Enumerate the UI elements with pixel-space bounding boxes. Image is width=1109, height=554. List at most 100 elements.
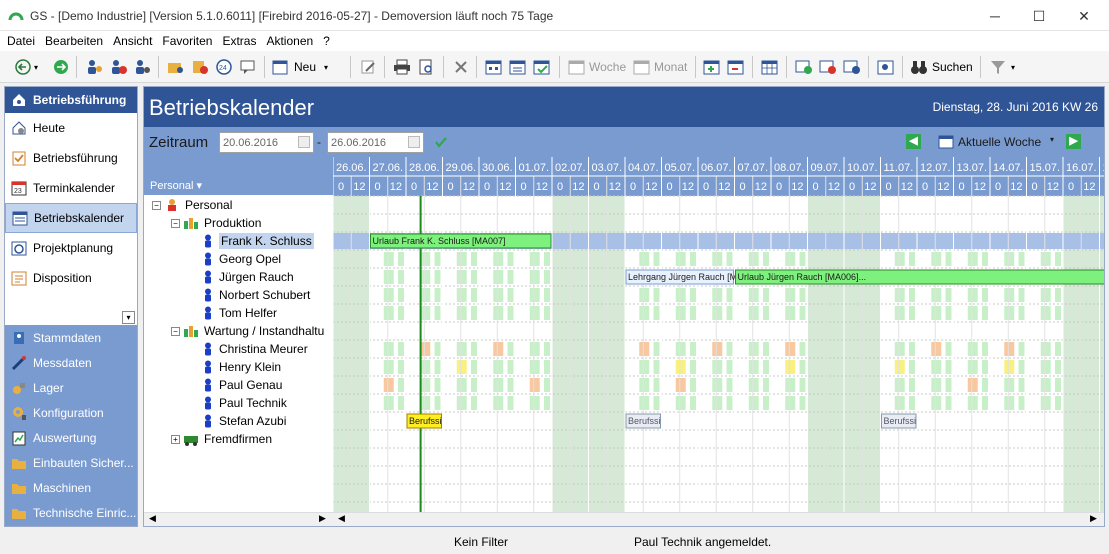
next-period-button[interactable]: ▶: [1066, 134, 1081, 149]
scroll-right-icon[interactable]: ▶: [319, 513, 326, 524]
nav-item-betriebsfuehrung[interactable]: Betriebsführung: [5, 143, 137, 173]
date-from-field[interactable]: 20.06.2016: [219, 132, 314, 153]
month-view-button[interactable]: Monat: [633, 57, 687, 77]
calendar-check-button[interactable]: [533, 57, 551, 77]
menu-favoriten[interactable]: Favoriten: [157, 31, 217, 51]
nav-item-projektplanung[interactable]: Projektplanung: [5, 233, 137, 263]
folder-user-button[interactable]: [167, 57, 185, 77]
tree-row[interactable]: − Personal: [144, 196, 333, 214]
shift-block: [945, 306, 952, 320]
nav-header: Betriebsführung: [5, 87, 137, 113]
user-settings-button[interactable]: [133, 57, 151, 77]
search-button[interactable]: Suchen: [910, 57, 973, 77]
remove-entry-button[interactable]: [727, 57, 745, 77]
close-icon[interactable]: ✕: [1074, 6, 1094, 26]
nav-maschinen[interactable]: Maschinen: [5, 475, 137, 500]
nav-collapse-button[interactable]: ▾: [122, 311, 135, 324]
menu-ansicht[interactable]: Ansicht: [108, 31, 157, 51]
tree-row[interactable]: Stefan Azubi: [144, 412, 333, 430]
collapse-icon[interactable]: −: [171, 326, 180, 336]
shift-block: [1055, 342, 1061, 356]
print-button[interactable]: [393, 57, 411, 77]
nav-konfiguration[interactable]: Konfiguration: [5, 400, 137, 425]
personnel-filter-dropdown[interactable]: Personal ▾: [150, 179, 202, 192]
tree-row-label: Paul Genau: [219, 378, 283, 392]
group-icon: [183, 216, 199, 230]
menu-datei[interactable]: Datei: [2, 31, 40, 51]
horizontal-scrollbar[interactable]: ◀ ▶ ◀ ▶: [144, 512, 1104, 526]
scroll-left-icon[interactable]: ◀: [338, 513, 345, 524]
nav-lager[interactable]: Lager: [5, 375, 137, 400]
calendar-list-button[interactable]: [509, 57, 527, 77]
date-to-field[interactable]: 26.06.2016: [327, 132, 424, 153]
new-button[interactable]: Neu ▾: [272, 57, 328, 77]
collapse-icon[interactable]: −: [152, 200, 161, 210]
add-entry-button[interactable]: [703, 57, 721, 77]
nav-auswertung[interactable]: Auswertung: [5, 425, 137, 450]
tree-row[interactable]: Paul Technik: [144, 394, 333, 412]
shift-block: [639, 342, 650, 356]
delete-button[interactable]: [452, 57, 470, 77]
shift-block: [507, 360, 514, 374]
user-remove-button[interactable]: [109, 57, 127, 77]
nav-lower-label: Technische Einric...: [33, 505, 137, 520]
minimize-icon[interactable]: ─: [985, 6, 1005, 26]
tree-row[interactable]: Paul Genau: [144, 376, 333, 394]
nav-technische-einrichtungen[interactable]: Technische Einric...: [5, 500, 137, 525]
tree-row[interactable]: − Wartung / Instandhaltu: [144, 322, 333, 340]
nav-item-disposition[interactable]: Disposition: [5, 263, 137, 293]
resource-help-button[interactable]: [843, 57, 861, 77]
shift-block: [675, 252, 686, 266]
alert-button[interactable]: [191, 57, 209, 77]
tree-row[interactable]: − Produktion: [144, 214, 333, 232]
expand-icon[interactable]: +: [171, 434, 180, 444]
tree-row[interactable]: Henry Klein: [144, 358, 333, 376]
filter-button[interactable]: ▾: [989, 57, 1015, 77]
nav-messdaten[interactable]: Messdaten: [5, 350, 137, 375]
24h-button[interactable]: 24: [215, 57, 233, 77]
week-view-button[interactable]: Woche: [568, 57, 626, 77]
nav-item-betriebskalender[interactable]: Betriebskalender: [5, 203, 137, 233]
nav-item-terminkalender[interactable]: 23 Terminkalender: [5, 173, 137, 203]
calendar-grid-button[interactable]: [761, 57, 779, 77]
collapse-icon[interactable]: −: [171, 218, 180, 228]
apply-check-icon[interactable]: [434, 135, 448, 149]
nav-einbauten[interactable]: Einbauten Sicher...: [5, 450, 137, 475]
calendar-picker-icon[interactable]: [298, 136, 310, 148]
menu-extras[interactable]: Extras: [217, 31, 261, 51]
tree-row[interactable]: Jürgen Rauch: [144, 268, 333, 286]
calendar-picker-icon[interactable]: [408, 136, 420, 148]
chevron-down-icon[interactable]: ▾: [1050, 135, 1054, 144]
shift-block: [383, 270, 394, 284]
scroll-left-icon[interactable]: ◀: [149, 513, 156, 524]
user-calendar-button[interactable]: [877, 57, 895, 77]
shift-block: [1004, 252, 1015, 266]
calendar-day-button[interactable]: [485, 57, 503, 77]
tree-row[interactable]: Norbert Schubert: [144, 286, 333, 304]
menu-help[interactable]: ?: [318, 31, 335, 51]
tree-row[interactable]: Christina Meurer: [144, 340, 333, 358]
prev-period-button[interactable]: ◀: [906, 134, 921, 149]
resource-button[interactable]: [795, 57, 813, 77]
tree-row[interactable]: Georg Opel: [144, 250, 333, 268]
period-view-select[interactable]: Aktuelle Woche: [958, 135, 1041, 149]
menu-bearbeiten[interactable]: Bearbeiten: [40, 31, 108, 51]
half-label: 12: [718, 181, 730, 193]
edit-button[interactable]: [360, 57, 378, 77]
nav-item-heute[interactable]: Heute: [5, 113, 137, 143]
nav-stammdaten[interactable]: Stammdaten: [5, 325, 137, 350]
back-button[interactable]: ▾: [14, 57, 38, 77]
maximize-icon[interactable]: ☐: [1029, 6, 1049, 26]
user-button[interactable]: [85, 57, 103, 77]
tree-row[interactable]: Tom Helfer: [144, 304, 333, 322]
scroll-right-icon[interactable]: ▶: [1090, 513, 1097, 524]
forward-button[interactable]: [52, 57, 70, 77]
tree-row[interactable]: + Fremdfirmen: [144, 430, 333, 448]
resource-remove-button[interactable]: [819, 57, 837, 77]
resource-help-icon: [843, 60, 860, 74]
print-preview-button[interactable]: [418, 57, 436, 77]
shift-block: [894, 306, 905, 320]
message-button[interactable]: [239, 57, 257, 77]
tree-row[interactable]: Frank K. Schluss: [144, 232, 333, 250]
menu-aktionen[interactable]: Aktionen: [261, 31, 318, 51]
